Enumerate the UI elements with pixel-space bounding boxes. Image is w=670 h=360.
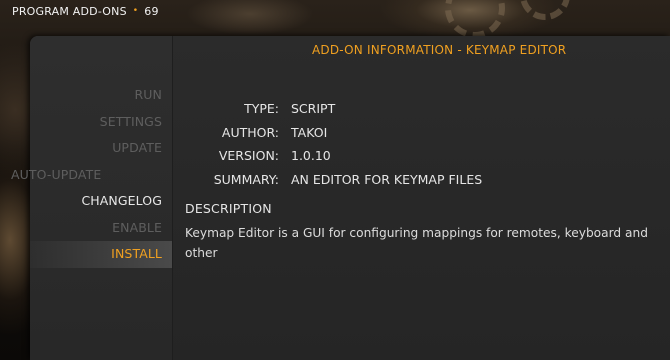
addon-details: TYPE: SCRIPT AUTHOR: TAKOI VERSION: 1.0.… [180, 97, 482, 191]
type-row: TYPE: SCRIPT [180, 97, 482, 121]
action-menu: RUN SETTINGS UPDATE AUTO-UPDATE CHANGELO… [11, 82, 172, 268]
auto-update-toggle[interactable]: AUTO-UPDATE [0, 162, 172, 189]
author-label: AUTHOR: [221, 124, 279, 140]
breadcrumb-section: PROGRAM ADD-ONS [12, 4, 127, 18]
breadcrumb: PROGRAM ADD-ONS • 69 [12, 3, 159, 19]
settings-button[interactable]: SETTINGS [30, 109, 172, 136]
dialog-title: ADD-ON INFORMATION - KEYMAP EDITOR [312, 43, 567, 57]
description-heading: DESCRIPTION [185, 201, 272, 216]
addon-count: 69 [144, 4, 159, 18]
summary-label: SUMMARY: [213, 171, 279, 187]
type-label: TYPE: [244, 101, 279, 116]
changelog-button[interactable]: CHANGELOG [30, 188, 172, 215]
update-button[interactable]: UPDATE [30, 135, 172, 162]
version-value: 1.0.10 [291, 148, 331, 163]
run-button[interactable]: RUN [30, 82, 172, 109]
install-button[interactable]: INSTALL [30, 241, 172, 268]
version-label: VERSION: [218, 148, 279, 163]
summary-value: AN EDITOR FOR KEYMAP FILES [291, 171, 483, 187]
description-text[interactable]: Keymap Editor is a GUI for configuring m… [185, 223, 670, 267]
author-value: TAKOI [291, 124, 328, 140]
type-value: SCRIPT [291, 101, 336, 116]
breadcrumb-separator: • [132, 6, 139, 16]
author-row: AUTHOR: TAKOI [180, 121, 482, 145]
summary-row: SUMMARY: AN EDITOR FOR KEYMAP FILES [180, 168, 482, 192]
version-row: VERSION: 1.0.10 [180, 144, 482, 168]
enable-button[interactable]: ENABLE [30, 215, 172, 242]
